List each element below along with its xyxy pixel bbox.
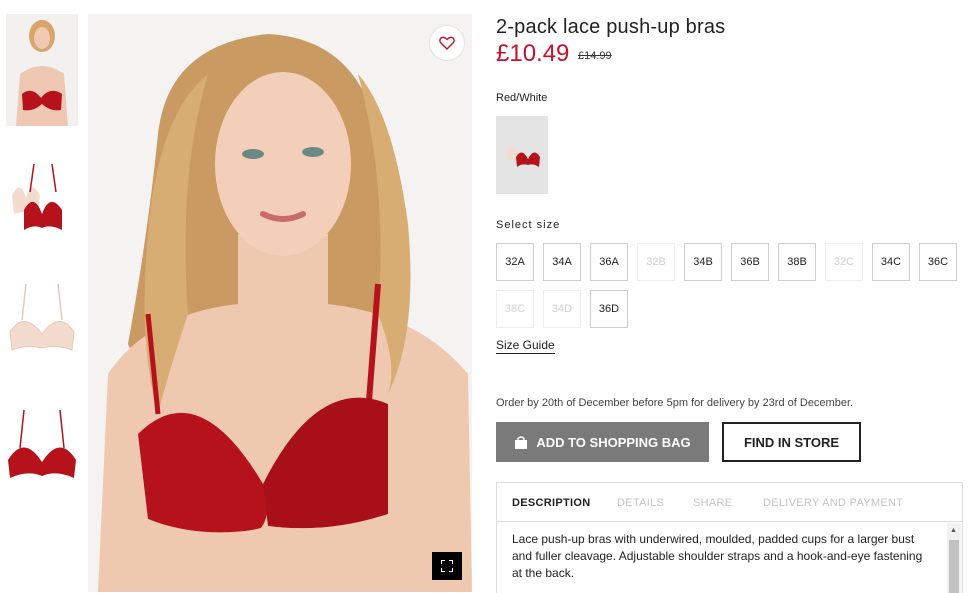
fullscreen-icon: [441, 560, 453, 572]
size-option-32a[interactable]: 32A: [496, 243, 534, 281]
red-bra-thumbnail-image: [8, 409, 76, 478]
size-option-32b: 32B: [637, 243, 675, 281]
swatch-image: [506, 147, 540, 167]
size-option-36a[interactable]: 36A: [590, 243, 628, 281]
tab-delivery-and-payment[interactable]: DELIVERY AND PAYMENT: [763, 497, 903, 509]
fullscreen-button[interactable]: [432, 552, 462, 580]
add-to-bag-label: ADD TO SHOPPING BAG: [536, 434, 691, 450]
find-in-store-button[interactable]: FIND IN STORE: [722, 422, 861, 462]
pair-thumbnail-image: [12, 163, 62, 230]
size-option-34b[interactable]: 34B: [684, 243, 722, 281]
size-option-34c[interactable]: 34C: [872, 243, 910, 281]
size-option-36c[interactable]: 36C: [919, 243, 957, 281]
size-option-36d[interactable]: 36D: [590, 290, 628, 328]
favourite-button[interactable]: [429, 25, 465, 61]
delivery-note: Order by 20th of December before 5pm for…: [496, 397, 854, 409]
size-option-36b[interactable]: 36B: [731, 243, 769, 281]
description-text: Lace push-up bras with underwired, mould…: [512, 532, 923, 580]
colour-label: Red/White: [496, 92, 548, 104]
tab-description[interactable]: DESCRIPTION: [512, 497, 590, 509]
thumbnail-white[interactable]: [6, 274, 78, 386]
add-to-bag-button[interactable]: ADD TO SHOPPING BAG: [496, 422, 709, 462]
scrollbar-thumb[interactable]: [949, 540, 959, 593]
size-option-32c: 32C: [825, 243, 863, 281]
product-title: 2-pack lace push-up bras: [496, 16, 726, 38]
size-option-38b[interactable]: 38B: [778, 243, 816, 281]
size-option-38c: 38C: [496, 290, 534, 328]
heart-icon: [439, 36, 455, 50]
sale-price: £10.49: [496, 40, 570, 67]
thumbnail-model[interactable]: [6, 14, 78, 126]
tab-share[interactable]: SHARE: [693, 497, 732, 509]
shopping-bag-icon: [515, 435, 528, 449]
model-thumbnail-image: [6, 14, 78, 126]
thumbnail-pair[interactable]: [6, 144, 78, 256]
tab-details[interactable]: DETAILS: [617, 497, 664, 509]
size-guide-link[interactable]: Size Guide: [496, 338, 555, 354]
main-product-image[interactable]: [88, 14, 472, 592]
size-option-34a[interactable]: 34A: [543, 243, 581, 281]
original-price: £14.99: [578, 50, 612, 62]
tab-divider: [497, 521, 962, 522]
thumbnail-red[interactable]: [6, 404, 78, 516]
colour-swatch-red-white[interactable]: [496, 116, 548, 194]
scroll-up-arrow-icon[interactable]: ▲: [950, 527, 957, 534]
white-bra-thumbnail-image: [9, 283, 75, 351]
product-info-tabs: DESCRIPTION DETAILS SHARE DELIVERY AND P…: [496, 482, 963, 593]
model-photo: [88, 14, 472, 592]
select-size-label: Select size: [496, 219, 561, 231]
size-option-34d: 34D: [543, 290, 581, 328]
